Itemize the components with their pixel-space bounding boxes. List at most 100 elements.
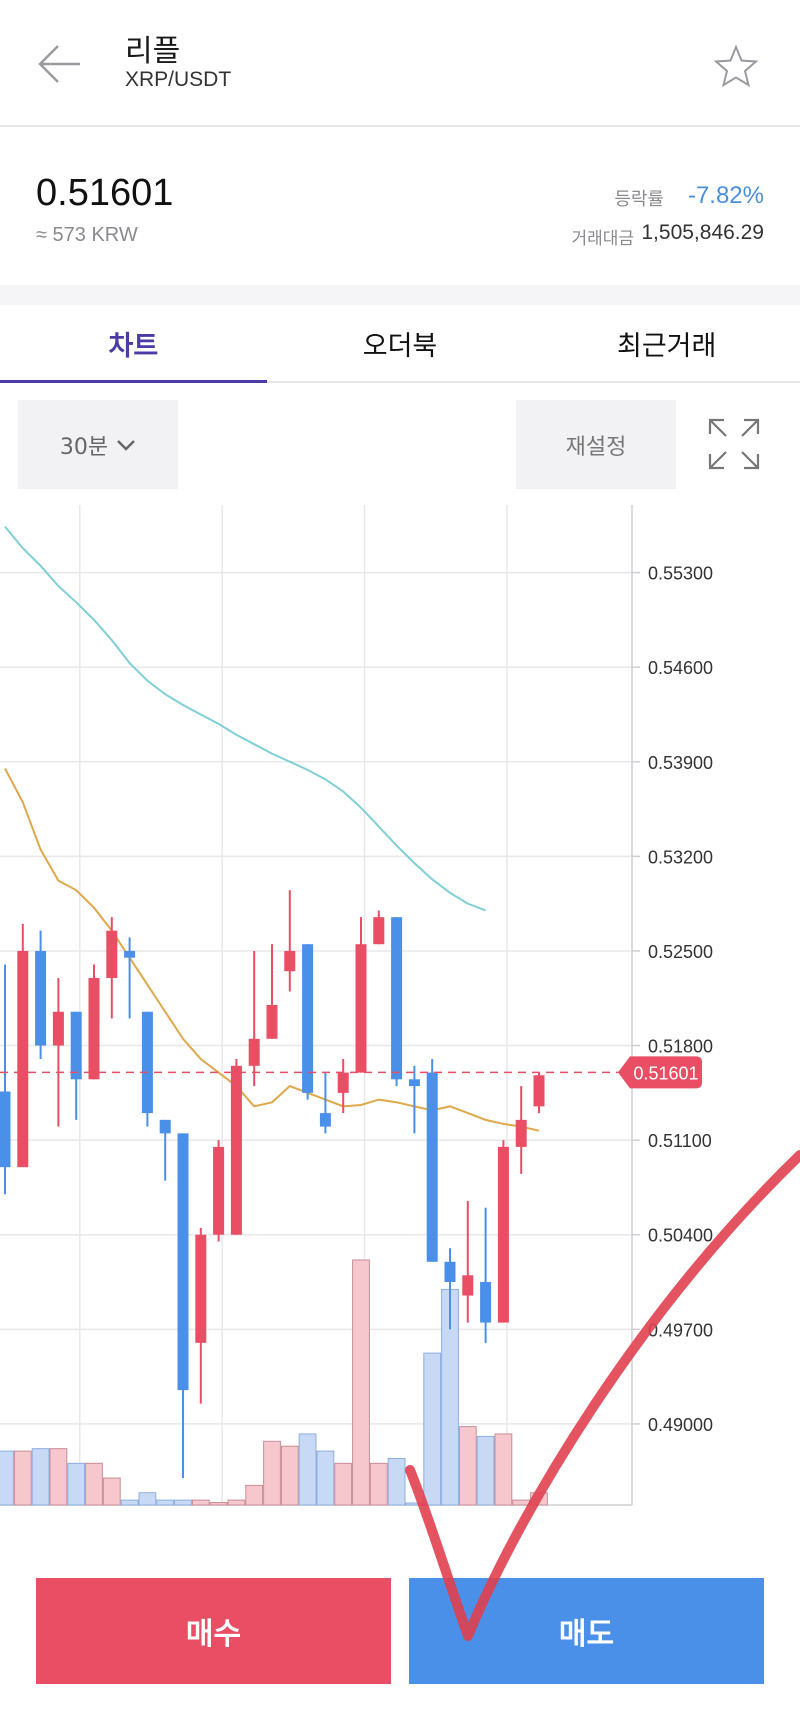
candle-body [533,1075,545,1107]
candle-body [88,977,100,1080]
moving-average-long [4,525,486,912]
volume-bar [120,1499,139,1506]
candle-body [0,1091,11,1168]
x-tick-label: 04:00 [53,1519,106,1520]
x-tick-label: 12:00 [338,1519,391,1520]
volume-bar [209,1502,228,1506]
arrow-left-icon [38,45,80,83]
candle-body [302,944,314,1093]
header-divider [0,125,800,127]
interval-value: 30분 [59,434,109,460]
trade-volume-value: 1,505,846.29 [641,221,764,244]
current-price: 0.51601 [36,172,174,214]
reset-button[interactable]: 재설정 [516,400,676,489]
buy-button[interactable]: 매수 [36,1578,391,1684]
tab-bar: 차트 오더북 최근거래 [0,305,800,383]
volume-bar [316,1450,335,1506]
volume-bar [191,1499,210,1506]
app-header: 리플 XRP/USDT [0,0,800,125]
volume-bar [512,1499,531,1506]
y-tick-label: 0.53200 [648,847,713,867]
tab-recent-trades[interactable]: 최근거래 [533,305,800,381]
star-outline-icon [713,44,759,88]
candle-body [177,1133,189,1391]
change-rate-label: 등락률 [614,189,664,210]
y-tick-label: 0.50400 [648,1226,713,1246]
volume-bar [31,1448,50,1506]
fullscreen-button[interactable] [706,416,762,472]
candle-body [17,950,29,1168]
volume-bar [494,1433,513,1506]
volume-bar [369,1462,388,1506]
candle-body [515,1119,527,1147]
volume-bar [476,1435,495,1506]
volume-bar [458,1426,477,1506]
current-price-label: 0.51601 [633,1063,698,1083]
candle-body [70,1011,82,1080]
interval-dropdown[interactable]: 30분 [18,400,178,489]
volume-bar [138,1492,157,1506]
candle-body [319,1113,331,1127]
y-tick-label: 0.55300 [648,564,713,584]
x-tick-label: 08:00 [196,1519,249,1520]
candle-body [355,944,367,1073]
y-tick-label: 0.54600 [648,658,713,678]
volume-bar [405,1502,424,1506]
candle-body [230,1065,242,1235]
volume-bar [102,1477,121,1506]
tab-orderbook[interactable]: 오더북 [267,305,534,381]
y-tick-label: 0.49700 [648,1320,713,1340]
y-tick-label: 0.49000 [648,1415,713,1435]
x-tick-label: 16:00 [481,1519,534,1520]
candle-body [444,1261,456,1283]
candle-body [391,917,403,1080]
volume-bar [49,1448,68,1506]
candle-body [35,950,47,1046]
favorite-button[interactable] [706,38,766,94]
volume-bar [530,1492,548,1506]
volume-bar [263,1440,281,1506]
candle-body [462,1275,474,1296]
candle-body [106,930,118,978]
price-krw: ≈ 573 KRW [36,224,138,246]
trade-volume-label: 거래대금 [571,229,634,249]
candle-body [373,917,385,945]
y-tick-label: 0.53900 [648,753,713,773]
candle-body [497,1146,509,1323]
y-tick-label: 0.51100 [648,1131,712,1151]
section-separator [0,285,800,305]
candle-body [124,950,136,958]
price-chart[interactable]: 0.51601 0.55300 0.54600 0.53900 0.53200 0.52… [0,505,800,1520]
tab-chart[interactable]: 차트 [0,305,267,383]
volume-bar [387,1457,406,1506]
y-tick-label: 0.51800 [648,1037,713,1057]
coin-name: 리플 [125,34,181,69]
candle-body [159,1119,171,1134]
candle-body [266,1005,278,1039]
volume-bar [174,1499,192,1506]
candle-body [408,1079,420,1087]
volume-bar [280,1445,299,1506]
candle-body [141,1011,153,1114]
expand-icon [708,418,760,470]
candle-body [195,1234,207,1343]
volume-bar [352,1259,370,1506]
volume-bar [67,1462,86,1506]
candle-body [284,950,296,972]
volume-bar [423,1352,442,1506]
volume-bar [298,1433,317,1506]
chevron-down-icon [117,439,135,451]
volume-bar [156,1499,175,1506]
candle-body [213,1146,225,1235]
volume-bar [13,1450,32,1506]
coin-pair: XRP/USDT [125,68,232,91]
volume-bar [85,1462,103,1506]
change-rate-value: -7.82% [687,182,764,209]
candle-body [426,1072,438,1262]
sell-button[interactable]: 매도 [409,1578,764,1684]
y-tick-label: 0.52500 [648,942,713,962]
back-button[interactable] [24,26,94,102]
volume-bar [227,1499,246,1506]
volume-bar [334,1462,353,1506]
candle-body [337,1072,349,1093]
